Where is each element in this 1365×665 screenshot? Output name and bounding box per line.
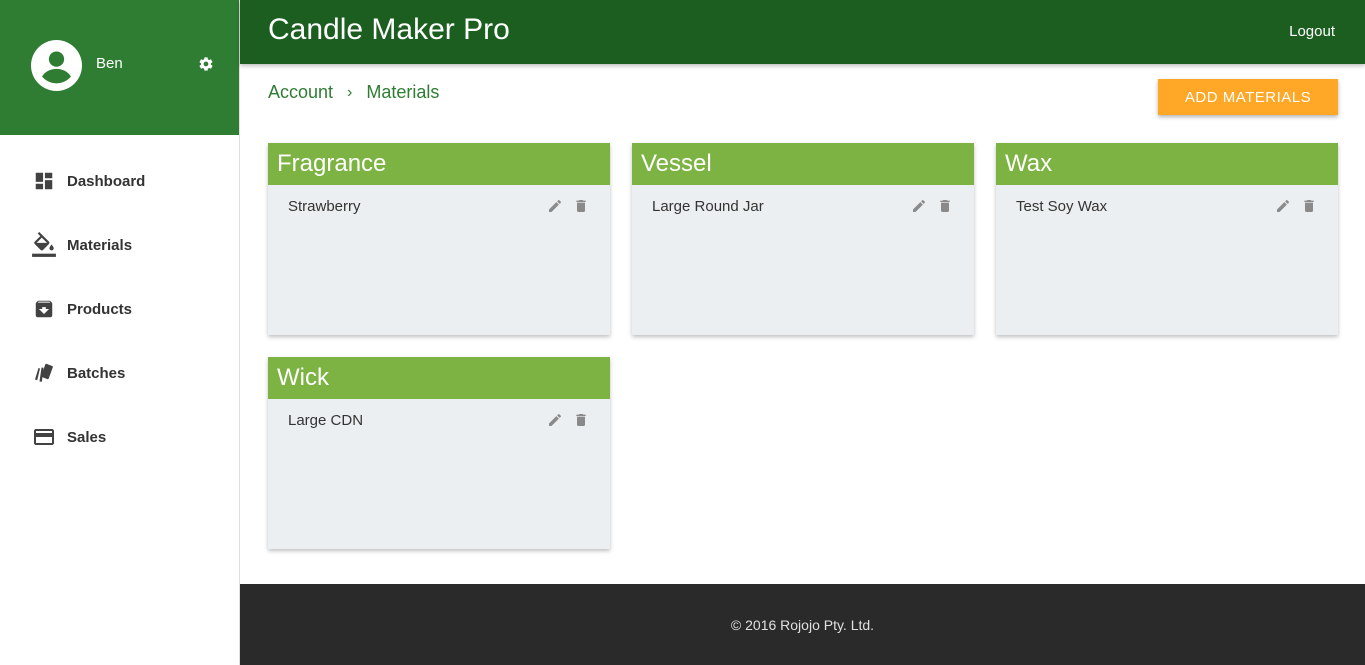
- delete-icon[interactable]: [572, 411, 590, 429]
- material-name: Strawberry: [288, 197, 361, 215]
- archive-icon: [31, 296, 57, 322]
- breadcrumb: Account › Materials: [268, 82, 439, 103]
- card-title: Fragrance: [268, 143, 610, 185]
- edit-icon[interactable]: [546, 197, 564, 215]
- dashboard-icon: [31, 168, 57, 194]
- sidebar-item-label: Products: [67, 300, 133, 318]
- sidebar-nav: Dashboard Materials Products Batches Sal…: [0, 135, 239, 469]
- sidebar-item-label: Batches: [67, 364, 126, 382]
- footer: © 2016 Rojojo Pty. Ltd.: [240, 584, 1365, 665]
- sidebar-item-label: Materials: [67, 236, 133, 254]
- sidebar-item-dashboard[interactable]: Dashboard: [0, 149, 239, 213]
- sidebar-item-batches[interactable]: Batches: [0, 341, 239, 405]
- item-actions: [902, 197, 954, 215]
- breadcrumb-account[interactable]: Account: [268, 82, 333, 103]
- item-actions: [538, 197, 590, 215]
- app-title: Candle Maker Pro: [268, 13, 510, 46]
- profile-panel: Ben: [0, 0, 239, 135]
- gear-icon[interactable]: [198, 56, 214, 72]
- sidebar: Ben Dashboard Materials Products Batches…: [0, 0, 240, 665]
- delete-icon[interactable]: [572, 197, 590, 215]
- card-title: Vessel: [632, 143, 974, 185]
- material-name: Large CDN: [288, 411, 364, 429]
- paint-bucket-icon: [31, 232, 57, 258]
- delete-icon[interactable]: [1300, 197, 1318, 215]
- sidebar-item-label: Sales: [67, 428, 107, 446]
- sidebar-item-sales[interactable]: Sales: [0, 405, 239, 469]
- sidebar-item-products[interactable]: Products: [0, 277, 239, 341]
- material-card-wick: Wick Large CDN: [268, 357, 610, 549]
- swatches-icon: [31, 360, 57, 386]
- chevron-right-icon: ›: [347, 83, 353, 101]
- edit-icon[interactable]: [910, 197, 928, 215]
- profile-name: Ben: [96, 55, 123, 72]
- footer-copyright: © 2016 Rojojo Pty. Ltd.: [730, 616, 875, 633]
- sidebar-item-label: Dashboard: [67, 172, 146, 190]
- edit-icon[interactable]: [1274, 197, 1292, 215]
- credit-card-icon: [31, 424, 57, 450]
- material-card-wax: Wax Test Soy Wax: [996, 143, 1338, 335]
- material-name: Test Soy Wax: [1016, 197, 1108, 215]
- add-materials-button[interactable]: ADD MATERIALS: [1158, 79, 1338, 115]
- edit-icon[interactable]: [546, 411, 564, 429]
- logout-link[interactable]: Logout: [1289, 23, 1335, 40]
- sidebar-item-materials[interactable]: Materials: [0, 213, 239, 277]
- card-title: Wick: [268, 357, 610, 399]
- item-actions: [538, 411, 590, 429]
- delete-icon[interactable]: [936, 197, 954, 215]
- card-title: Wax: [996, 143, 1338, 185]
- avatar-icon: [31, 40, 82, 91]
- material-name: Large Round Jar: [652, 197, 764, 215]
- material-card-fragrance: Fragrance Strawberry: [268, 143, 610, 335]
- breadcrumb-materials[interactable]: Materials: [366, 82, 439, 103]
- material-card-vessel: Vessel Large Round Jar: [632, 143, 974, 335]
- top-app-bar: Candle Maker Pro Logout: [240, 0, 1365, 64]
- item-actions: [1266, 197, 1318, 215]
